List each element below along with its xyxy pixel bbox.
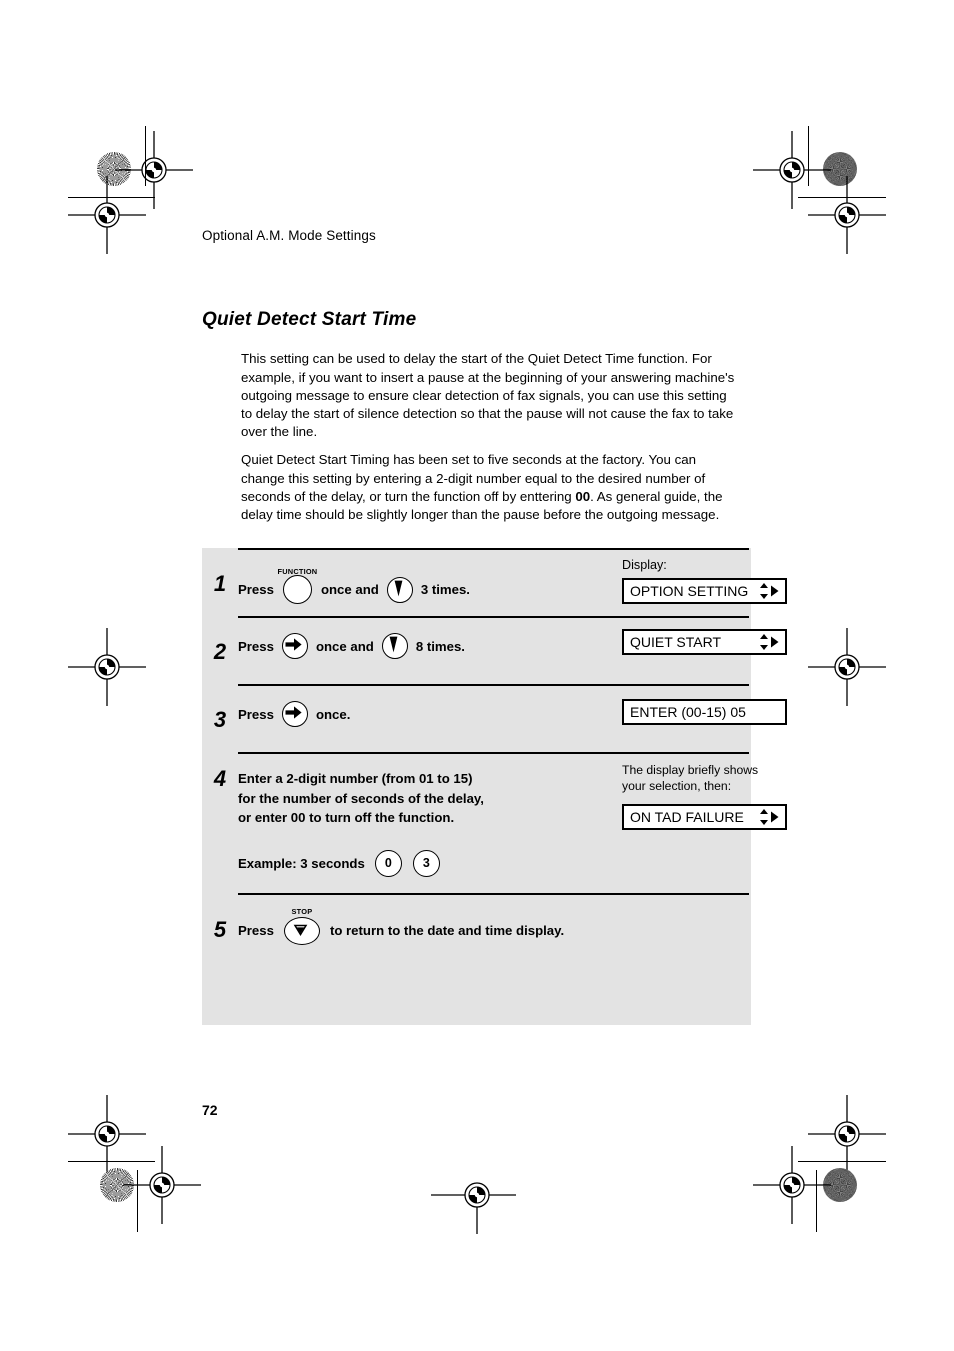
lcd-text: QUIET START [630, 634, 722, 650]
digit-key-3[interactable]: 3 [412, 849, 440, 877]
stop-key-icon [283, 916, 320, 945]
registration-mark-left-upper [68, 176, 146, 254]
step-text-after: to return to the date and time display. [329, 923, 565, 938]
step-text-middle: once and [315, 638, 374, 654]
step-text-before: Press [238, 638, 274, 654]
start-key[interactable] [281, 701, 308, 727]
down-arrow-key-icon [386, 576, 413, 603]
registration-mark-right-upper [808, 176, 886, 254]
step4-note-line-1: The display briefly shows [622, 763, 759, 777]
trim-line-bottom-left-vertical [137, 1170, 138, 1232]
start-key-icon [281, 701, 308, 727]
step-text-after: 3 times. [420, 582, 470, 597]
lcd-display: OPTION SETTING [622, 578, 787, 604]
stop-key[interactable]: STOP [283, 907, 320, 945]
registration-mark-top-right-inner [753, 131, 831, 209]
procedure-step-1: 1 Press FUNCTION once and 3 times. Displ… [202, 548, 787, 616]
blank-round-key-icon [282, 575, 312, 604]
lcd-text: OPTION SETTING [630, 583, 749, 599]
settings-paragraph: Quiet Detect Start Timing has been set t… [241, 451, 741, 524]
lcd-display: ENTER (00-15) 05 [622, 699, 787, 725]
page-title: Quiet Detect Start Time [202, 308, 417, 330]
settings-paragraph-bold-value: 00 [575, 488, 591, 504]
procedure-step-3: 3 Press once. ENTER (00-15) 05 [202, 684, 787, 752]
step-text-after: 8 times. [415, 638, 465, 654]
step4-note-line-2: your selection, then: [622, 778, 732, 793]
down-arrow-key[interactable] [386, 576, 413, 603]
lcd-display: QUIET START [622, 629, 787, 655]
step-number: 5 [213, 916, 227, 942]
down-arrow-key-icon [381, 633, 408, 659]
lcd-arrows-icon [758, 633, 780, 651]
procedure-step-4: 4 Enter a 2-digit number (from 01 to 15)… [202, 752, 787, 893]
registration-mark-left-lower [68, 1095, 146, 1173]
procedure-step-5: 5 Press STOP to return to the date and t [202, 892, 751, 1025]
step4-example: Example: 3 seconds 0 3 [238, 849, 751, 877]
step-number: 1 [213, 571, 227, 596]
running-head: Optional A.M. Mode Settings [202, 228, 376, 243]
start-key[interactable] [281, 633, 308, 659]
registration-mark-left-middle [68, 628, 146, 706]
lcd-arrows-icon [758, 582, 780, 600]
procedure-step-2: 2 Press once and 8 times. QUIET START [202, 616, 787, 684]
registration-mark-bottom-left-inner [123, 1146, 201, 1224]
lcd-arrows-icon [758, 808, 780, 826]
lcd-display: ON TAD FAILURE [622, 804, 787, 830]
lcd-text: ON TAD FAILURE [630, 809, 744, 825]
step-text-before: Press [238, 582, 274, 597]
trim-line-bottom-right-vertical [816, 1170, 817, 1232]
step-number: 4 [213, 766, 227, 791]
page-number: 72 [202, 1102, 218, 1118]
step-number: 2 [213, 639, 227, 664]
step4-example-label: Example: 3 seconds [238, 855, 365, 871]
registration-mark-bottom-center [431, 1178, 516, 1234]
down-arrow-key[interactable] [381, 633, 408, 659]
registration-mark-right-middle [808, 628, 886, 706]
step-text-after: once. [315, 706, 351, 722]
step-number: 3 [213, 707, 227, 732]
registration-mark-right-lower [808, 1095, 886, 1173]
registration-mark-bottom-right-inner [753, 1146, 831, 1224]
intro-paragraph: This setting can be used to delay the st… [241, 351, 735, 440]
step-text-before: Press [238, 706, 274, 722]
display-caption: Display: [622, 558, 667, 572]
function-key[interactable]: FUNCTION [278, 567, 317, 604]
start-key-icon [281, 633, 308, 659]
procedure-panel: 1 Press FUNCTION once and 3 times. Displ… [202, 548, 787, 1025]
digit-key-0[interactable]: 0 [374, 849, 402, 877]
step-text-before: Press [238, 923, 274, 938]
step-text-middle: once and [320, 582, 379, 597]
lcd-text: ENTER (00-15) 05 [630, 704, 746, 720]
